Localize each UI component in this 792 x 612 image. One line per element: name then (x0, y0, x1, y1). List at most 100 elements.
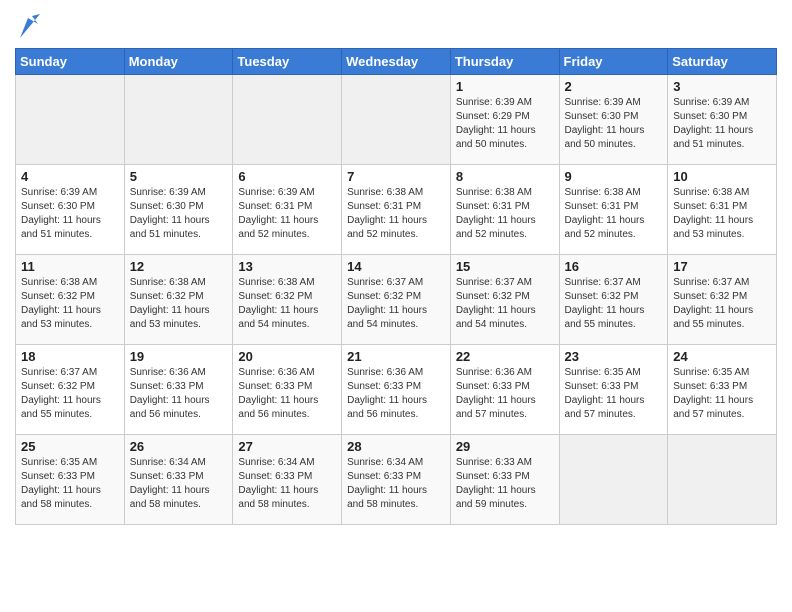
day-cell: 3 Sunrise: 6:39 AM Sunset: 6:30 PM Daylig… (668, 75, 777, 165)
day-info: Sunrise: 6:37 AM Sunset: 6:32 PM Dayligh… (565, 276, 663, 332)
day-info: Sunrise: 6:35 AM Sunset: 6:33 PM Dayligh… (565, 366, 663, 422)
day-info: Sunrise: 6:39 AM Sunset: 6:30 PM Dayligh… (673, 96, 771, 152)
col-header-saturday: Saturday (668, 49, 777, 75)
day-cell: 9Sunrise: 6:38 AM Sunset: 6:31 PM Daylig… (559, 165, 668, 255)
day-cell: 12Sunrise: 6:38 AM Sunset: 6:32 PM Dayli… (124, 255, 233, 345)
day-number: 28 (347, 439, 445, 454)
day-cell: 26 Sunrise: 6:34 AM Sunset: 6:33 PM Dayli… (124, 435, 233, 525)
day-number: 24 (673, 349, 771, 364)
col-header-tuesday: Tuesday (233, 49, 342, 75)
day-info: Sunrise: 6:38 AM Sunset: 6:31 PM Dayligh… (456, 186, 554, 242)
week-row-1: 1 Sunrise: 6:39 AM Sunset: 6:29 PM Daylig… (16, 75, 777, 165)
day-number: 15 (456, 259, 554, 274)
day-info: Sunrise: 6:37 AM Sunset: 6:32 PM Dayligh… (347, 276, 445, 332)
week-row-4: 18 Sunrise: 6:37 AM Sunset: 6:32 PM Dayli… (16, 345, 777, 435)
day-number: 25 (21, 439, 119, 454)
day-number: 4 (21, 169, 119, 184)
day-cell: 21 Sunrise: 6:36 AM Sunset: 6:33 PM Dayli… (342, 345, 451, 435)
day-info: Sunrise: 6:34 AM Sunset: 6:33 PM Dayligh… (238, 456, 336, 512)
calendar-table: SundayMondayTuesdayWednesdayThursdayFrid… (15, 48, 777, 525)
day-info: Sunrise: 6:36 AM Sunset: 6:33 PM Dayligh… (130, 366, 228, 422)
header-row: SundayMondayTuesdayWednesdayThursdayFrid… (16, 49, 777, 75)
day-info: Sunrise: 6:38 AM Sunset: 6:31 PM Dayligh… (347, 186, 445, 242)
day-number: 6 (238, 169, 336, 184)
logo-bird-icon (18, 14, 40, 40)
day-number: 11 (21, 259, 119, 274)
day-number: 9 (565, 169, 663, 184)
day-info: Sunrise: 6:39 AM Sunset: 6:31 PM Dayligh… (238, 186, 336, 242)
day-number: 16 (565, 259, 663, 274)
day-number: 22 (456, 349, 554, 364)
col-header-monday: Monday (124, 49, 233, 75)
day-number: 27 (238, 439, 336, 454)
day-number: 21 (347, 349, 445, 364)
day-cell (233, 75, 342, 165)
day-cell (342, 75, 451, 165)
day-cell: 8 Sunrise: 6:38 AM Sunset: 6:31 PM Daylig… (450, 165, 559, 255)
day-info: Sunrise: 6:35 AM Sunset: 6:33 PM Dayligh… (673, 366, 771, 422)
day-cell: 24 Sunrise: 6:35 AM Sunset: 6:33 PM Dayli… (668, 345, 777, 435)
day-info: Sunrise: 6:37 AM Sunset: 6:32 PM Dayligh… (456, 276, 554, 332)
day-cell: 13 Sunrise: 6:38 AM Sunset: 6:32 PM Dayli… (233, 255, 342, 345)
day-number: 29 (456, 439, 554, 454)
day-cell: 14 Sunrise: 6:37 AM Sunset: 6:32 PM Dayli… (342, 255, 451, 345)
day-info: Sunrise: 6:34 AM Sunset: 6:33 PM Dayligh… (347, 456, 445, 512)
day-info: Sunrise: 6:39 AM Sunset: 6:30 PM Dayligh… (565, 96, 663, 152)
header (15, 10, 777, 40)
logo (15, 18, 40, 40)
col-header-thursday: Thursday (450, 49, 559, 75)
day-cell: 29 Sunrise: 6:33 AM Sunset: 6:33 PM Dayli… (450, 435, 559, 525)
day-cell (668, 435, 777, 525)
day-info: Sunrise: 6:34 AM Sunset: 6:33 PM Dayligh… (130, 456, 228, 512)
day-cell: 28 Sunrise: 6:34 AM Sunset: 6:33 PM Dayli… (342, 435, 451, 525)
day-number: 13 (238, 259, 336, 274)
day-cell: 2 Sunrise: 6:39 AM Sunset: 6:30 PM Daylig… (559, 75, 668, 165)
day-cell: 5 Sunrise: 6:39 AM Sunset: 6:30 PM Daylig… (124, 165, 233, 255)
day-info: Sunrise: 6:37 AM Sunset: 6:32 PM Dayligh… (21, 366, 119, 422)
col-header-sunday: Sunday (16, 49, 125, 75)
day-number: 17 (673, 259, 771, 274)
day-info: Sunrise: 6:37 AM Sunset: 6:32 PM Dayligh… (673, 276, 771, 332)
day-cell: 4 Sunrise: 6:39 AM Sunset: 6:30 PM Daylig… (16, 165, 125, 255)
day-cell (16, 75, 125, 165)
day-number: 5 (130, 169, 228, 184)
day-cell: 10 Sunrise: 6:38 AM Sunset: 6:31 PM Dayli… (668, 165, 777, 255)
day-cell: 16 Sunrise: 6:37 AM Sunset: 6:32 PM Dayli… (559, 255, 668, 345)
day-number: 7 (347, 169, 445, 184)
day-info: Sunrise: 6:33 AM Sunset: 6:33 PM Dayligh… (456, 456, 554, 512)
day-info: Sunrise: 6:38 AM Sunset: 6:32 PM Dayligh… (238, 276, 336, 332)
day-info: Sunrise: 6:36 AM Sunset: 6:33 PM Dayligh… (238, 366, 336, 422)
day-cell: 6 Sunrise: 6:39 AM Sunset: 6:31 PM Daylig… (233, 165, 342, 255)
day-number: 3 (673, 79, 771, 94)
day-info: Sunrise: 6:39 AM Sunset: 6:30 PM Dayligh… (130, 186, 228, 242)
day-info: Sunrise: 6:35 AM Sunset: 6:33 PM Dayligh… (21, 456, 119, 512)
day-info: Sunrise: 6:38 AM Sunset: 6:31 PM Dayligh… (673, 186, 771, 242)
day-cell: 23 Sunrise: 6:35 AM Sunset: 6:33 PM Dayli… (559, 345, 668, 435)
day-number: 8 (456, 169, 554, 184)
day-number: 26 (130, 439, 228, 454)
day-cell: 15 Sunrise: 6:37 AM Sunset: 6:32 PM Dayli… (450, 255, 559, 345)
day-cell: 17 Sunrise: 6:37 AM Sunset: 6:32 PM Dayli… (668, 255, 777, 345)
week-row-2: 4 Sunrise: 6:39 AM Sunset: 6:30 PM Daylig… (16, 165, 777, 255)
day-number: 1 (456, 79, 554, 94)
day-info: Sunrise: 6:36 AM Sunset: 6:33 PM Dayligh… (347, 366, 445, 422)
day-number: 2 (565, 79, 663, 94)
day-cell (124, 75, 233, 165)
day-info: Sunrise: 6:39 AM Sunset: 6:29 PM Dayligh… (456, 96, 554, 152)
day-number: 23 (565, 349, 663, 364)
day-number: 14 (347, 259, 445, 274)
day-number: 19 (130, 349, 228, 364)
day-info: Sunrise: 6:38 AM Sunset: 6:32 PM Dayligh… (21, 276, 119, 332)
week-row-5: 25 Sunrise: 6:35 AM Sunset: 6:33 PM Dayli… (16, 435, 777, 525)
day-info: Sunrise: 6:39 AM Sunset: 6:30 PM Dayligh… (21, 186, 119, 242)
day-number: 12 (130, 259, 228, 274)
day-cell: 27 Sunrise: 6:34 AM Sunset: 6:33 PM Dayli… (233, 435, 342, 525)
day-cell: 1 Sunrise: 6:39 AM Sunset: 6:29 PM Daylig… (450, 75, 559, 165)
day-number: 18 (21, 349, 119, 364)
day-cell: 11 Sunrise: 6:38 AM Sunset: 6:32 PM Dayli… (16, 255, 125, 345)
day-number: 20 (238, 349, 336, 364)
day-cell (559, 435, 668, 525)
day-cell: 19 Sunrise: 6:36 AM Sunset: 6:33 PM Dayli… (124, 345, 233, 435)
day-cell: 7 Sunrise: 6:38 AM Sunset: 6:31 PM Daylig… (342, 165, 451, 255)
day-number: 10 (673, 169, 771, 184)
